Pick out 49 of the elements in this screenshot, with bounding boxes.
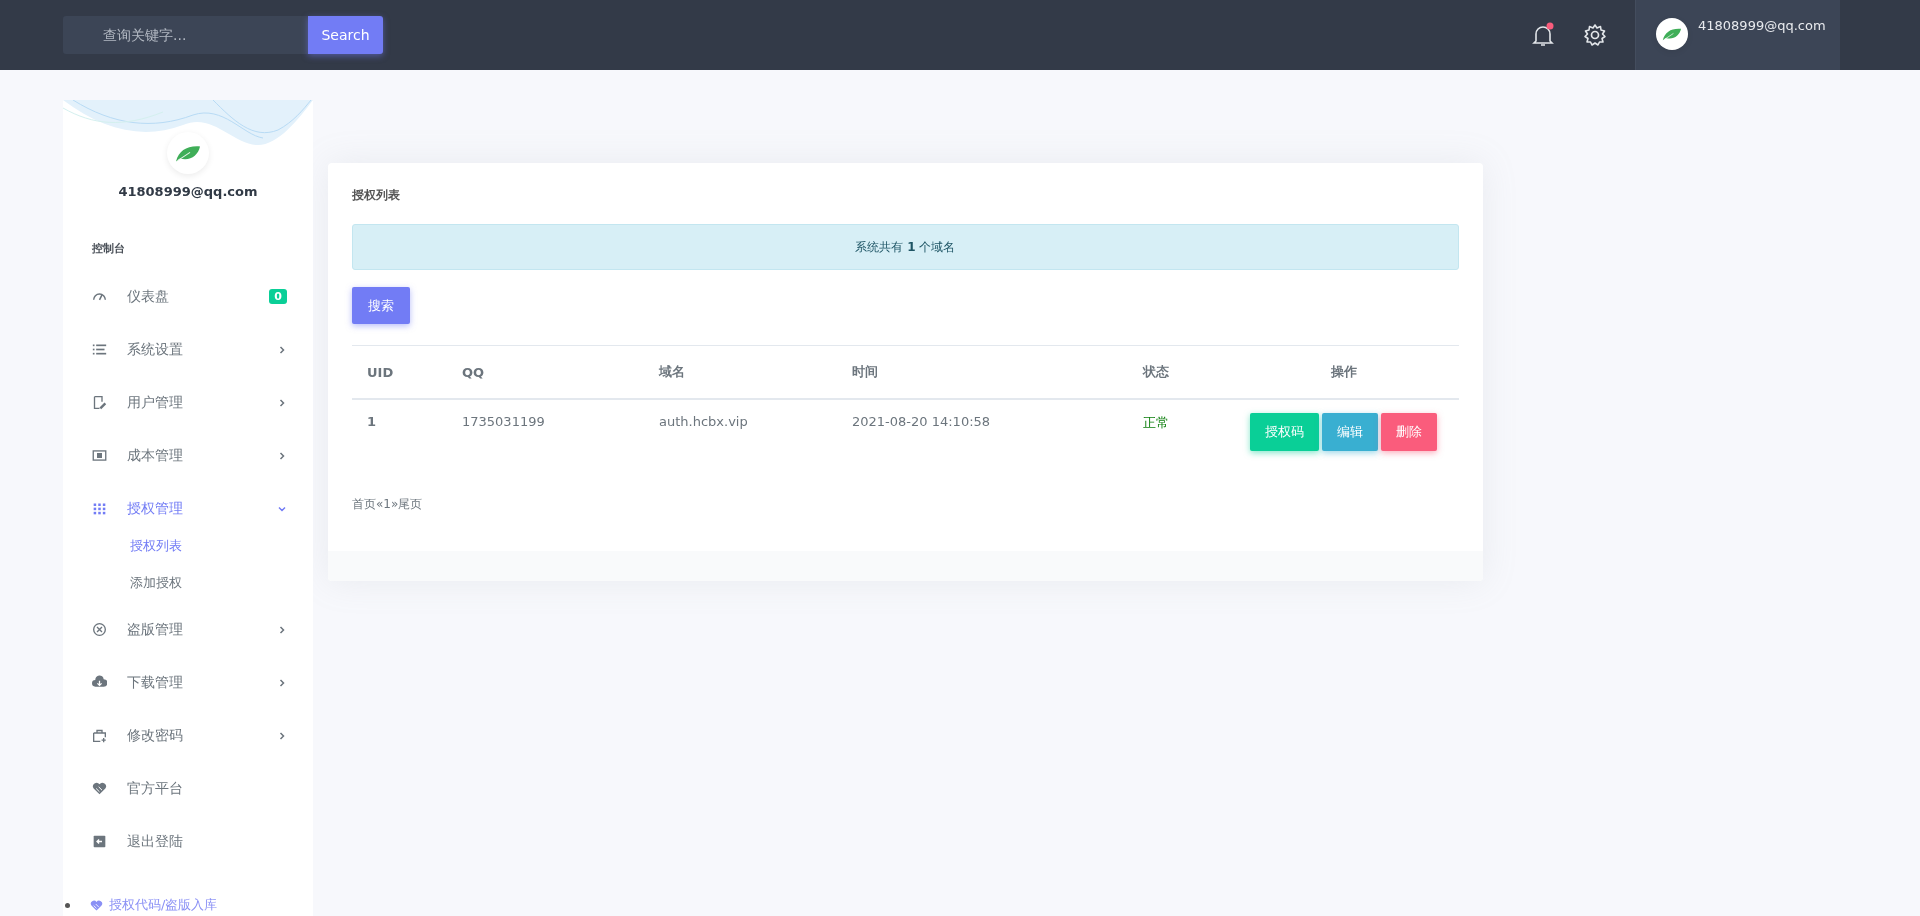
- sidebar-item[interactable]: 修改密码: [63, 709, 313, 762]
- sidebar-item[interactable]: 成本管理: [63, 429, 313, 482]
- briefcase-plus-icon: [92, 728, 107, 743]
- action-button[interactable]: 删除: [1381, 413, 1437, 451]
- bullet-icon: [65, 902, 70, 908]
- action-button[interactable]: 编辑: [1322, 413, 1378, 451]
- column-header: 域名: [644, 346, 837, 400]
- grid-icon: [92, 501, 107, 516]
- info-alert: 系统共有 1 个域名: [352, 224, 1459, 270]
- profile-email: 41808999@qq.com: [118, 184, 258, 199]
- column-header: 状态: [1128, 346, 1228, 400]
- settings-icon[interactable]: [1583, 23, 1607, 47]
- user-email: 41808999@qq.com: [1698, 18, 1826, 33]
- column-header: UID: [352, 346, 447, 400]
- banknote-icon: [92, 448, 107, 463]
- table-cell-text: 2021-08-20 14:10:58: [851, 413, 992, 431]
- table-cell-text: 1735031199: [461, 413, 546, 431]
- column-header: 操作: [1228, 346, 1459, 400]
- table-cell-text: 1: [366, 413, 378, 431]
- status-text: 正常: [1142, 414, 1170, 432]
- user-menu[interactable]: 41808999@qq.com: [1635, 0, 1840, 70]
- logout-icon: [92, 834, 107, 849]
- avatar-icon: [1656, 18, 1688, 50]
- sidebar-item[interactable]: 系统设置: [63, 323, 313, 376]
- footer-link[interactable]: 授权代码/盗版入库: [109, 896, 218, 914]
- submenu-item[interactable]: 添加授权: [63, 564, 313, 601]
- table-cell-text: auth.hcbx.vip: [658, 413, 749, 431]
- count-badge: 0: [269, 289, 287, 304]
- list-icon: [92, 342, 107, 357]
- sidebar-item[interactable]: 盗版管理: [63, 603, 313, 656]
- cloud-download-icon: [92, 675, 107, 690]
- search-button[interactable]: 搜索: [352, 287, 410, 324]
- close-circle-icon: [92, 622, 107, 637]
- sidebar-item[interactable]: 仪表盘 0: [63, 270, 313, 323]
- card-title: 授权列表: [352, 187, 401, 204]
- column-header: QQ: [447, 346, 644, 400]
- search-button[interactable]: Search: [308, 16, 383, 54]
- edit-document-icon: [92, 395, 107, 410]
- sidebar-item[interactable]: 用户管理: [63, 376, 313, 429]
- sidebar-item[interactable]: 退出登陆: [63, 815, 313, 868]
- bell-icon[interactable]: [1531, 22, 1555, 48]
- pagination: 首页«1»尾页: [352, 496, 424, 513]
- sidebar-item[interactable]: 下载管理: [63, 656, 313, 709]
- column-header: 时间: [837, 346, 1128, 400]
- heart-icon: [92, 781, 107, 796]
- heart-icon: [90, 898, 103, 912]
- section-title: 控制台: [92, 241, 126, 256]
- profile-avatar-icon: [167, 132, 209, 174]
- sidebar-item[interactable]: 官方平台: [63, 762, 313, 815]
